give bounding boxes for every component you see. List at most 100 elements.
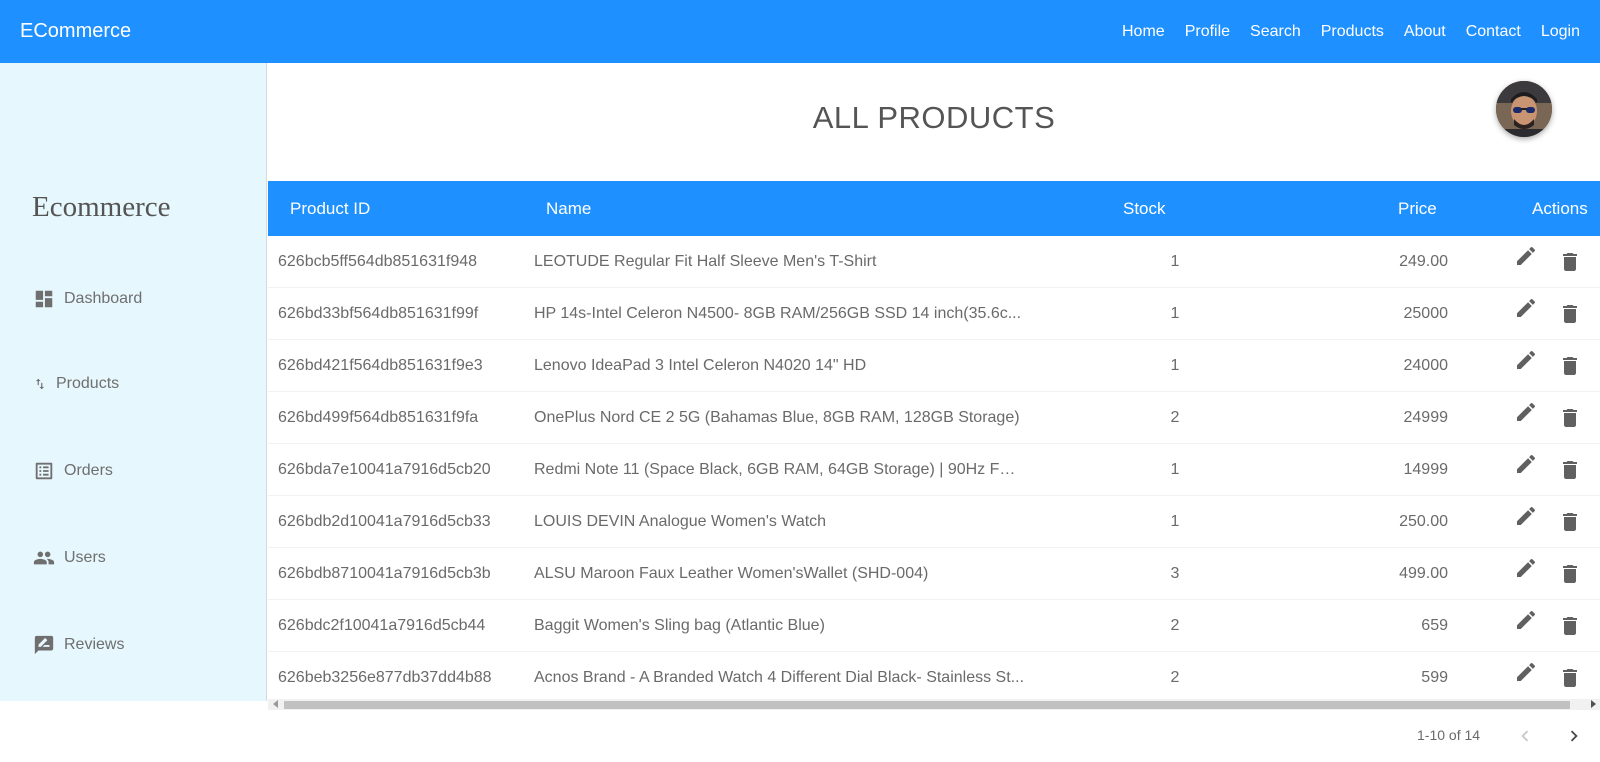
delete-button[interactable] (1558, 496, 1582, 548)
delete-icon (1563, 565, 1577, 583)
cell-price: 250.00 (1399, 513, 1448, 530)
delete-icon (1563, 253, 1577, 271)
sidebar-item-users[interactable]: Users (33, 547, 106, 569)
cell-product-name: Redmi Note 11 (Space Black, 6GB RAM, 64G… (534, 461, 1024, 478)
cell-price: 249.00 (1399, 253, 1448, 270)
top-nav-links: Home Profile Search Products About Conta… (1122, 23, 1580, 41)
edit-button[interactable] (1514, 542, 1538, 594)
delete-button[interactable] (1558, 444, 1582, 496)
user-avatar[interactable] (1496, 81, 1552, 137)
edit-button[interactable] (1514, 594, 1538, 646)
cell-product-id: 626bdb2d10041a7916d5cb33 (278, 513, 491, 530)
sidebar-item-dashboard[interactable]: Dashboard (33, 288, 142, 310)
delete-button[interactable] (1558, 340, 1582, 392)
cell-price: 14999 (1403, 461, 1449, 478)
table-row[interactable]: 626beb3256e877db37dd4b88 Acnos Brand - A … (268, 652, 1600, 701)
rate-review-icon (34, 635, 54, 655)
next-page-button[interactable] (1562, 724, 1586, 748)
delete-button[interactable] (1558, 288, 1582, 340)
edit-icon (1517, 454, 1536, 473)
delete-icon (1563, 409, 1577, 427)
cell-product-name: Baggit Women's Sling bag (Atlantic Blue) (534, 617, 825, 634)
people-icon (33, 551, 55, 565)
table-row[interactable]: 626bcb5ff564db851631f948 LEOTUDE Regular … (268, 236, 1600, 288)
edit-button[interactable] (1514, 334, 1538, 386)
edit-icon (1517, 350, 1536, 369)
chevron-right-icon (1570, 730, 1578, 742)
sidebar-item-orders[interactable]: Orders (33, 460, 113, 482)
sidebar-logo[interactable]: Ecommerce (32, 191, 170, 224)
cell-product-id: 626bda7e10041a7916d5cb20 (278, 461, 491, 478)
delete-button[interactable] (1558, 600, 1582, 652)
table-row[interactable]: 626bd33bf564db851631f99f HP 14s-Intel Cel… (268, 288, 1600, 340)
horizontal-scrollbar[interactable] (268, 699, 1600, 710)
table-row[interactable]: 626bd499f564db851631f9fa OnePlus Nord CE … (268, 392, 1600, 444)
table-row[interactable]: 626bdc2f10041a7916d5cb44 Baggit Women's S… (268, 600, 1600, 652)
sidebar-item-products[interactable]: Products (33, 375, 119, 393)
edit-button[interactable] (1514, 490, 1538, 542)
pagination-range: 1-10 of 14 (1417, 727, 1481, 743)
cell-product-id: 626bcb5ff564db851631f948 (278, 253, 478, 270)
cell-price: 24999 (1403, 409, 1449, 426)
sidebar-item-label: Reviews (64, 636, 125, 653)
nav-home-link[interactable]: Home (1122, 23, 1165, 41)
column-header-name[interactable]: Name (546, 181, 591, 236)
cell-product-id: 626bd421f564db851631f9e3 (278, 357, 483, 374)
cell-stock: 2 (1170, 669, 1180, 686)
dashboard-icon (35, 290, 53, 308)
sidebar-item-label: Orders (64, 462, 113, 479)
cell-product-name: LOUIS DEVIN Analogue Women's Watch (534, 513, 827, 530)
table-header: Product ID Name Stock Price Actions (268, 181, 1600, 236)
column-header-actions[interactable]: Actions (1532, 181, 1588, 236)
cell-stock: 2 (1170, 409, 1180, 426)
avatar-photo (1496, 81, 1552, 137)
edit-icon (1517, 610, 1536, 629)
table-row[interactable]: 626bda7e10041a7916d5cb20 Redmi Note 11 (S… (268, 444, 1600, 496)
sidebar-item-reviews[interactable]: Reviews (33, 634, 124, 656)
nav-login-link[interactable]: Login (1541, 23, 1580, 41)
nav-products-link[interactable]: Products (1321, 23, 1384, 41)
delete-button[interactable] (1558, 652, 1582, 701)
cell-stock: 1 (1170, 253, 1180, 270)
edit-button[interactable] (1514, 236, 1538, 282)
delete-button[interactable] (1558, 548, 1582, 600)
column-header-price[interactable]: Price (1398, 181, 1437, 236)
edit-icon (1517, 558, 1536, 577)
cell-price: 599 (1421, 669, 1448, 686)
delete-button[interactable] (1558, 392, 1582, 444)
previous-page-button[interactable] (1513, 724, 1537, 748)
cell-stock: 1 (1170, 305, 1180, 322)
nav-search-link[interactable]: Search (1250, 23, 1301, 41)
column-header-stock[interactable]: Stock (1123, 181, 1166, 236)
nav-contact-link[interactable]: Contact (1466, 23, 1521, 41)
edit-button[interactable] (1514, 646, 1538, 698)
scroll-right-arrow-icon[interactable] (1591, 700, 1596, 708)
nav-profile-link[interactable]: Profile (1185, 23, 1230, 41)
cell-product-name: OnePlus Nord CE 2 5G (Bahamas Blue, 8GB … (534, 409, 1020, 426)
cell-price: 24000 (1403, 357, 1449, 374)
column-header-product-id[interactable]: Product ID (290, 181, 370, 236)
cell-price: 499.00 (1399, 565, 1448, 582)
scroll-left-arrow-icon[interactable] (273, 700, 278, 708)
edit-button[interactable] (1514, 438, 1538, 490)
cell-product-id: 626bdc2f10041a7916d5cb44 (278, 617, 486, 634)
edit-icon (1517, 662, 1536, 681)
scrollbar-thumb[interactable] (284, 701, 1570, 709)
table-body: 626bcb5ff564db851631f948 LEOTUDE Regular … (268, 236, 1600, 701)
delete-icon (1563, 513, 1577, 531)
cell-stock: 2 (1170, 617, 1180, 634)
delete-icon (1563, 669, 1577, 687)
cell-product-name: ALSU Maroon Faux Leather Women'sWallet (… (534, 565, 929, 582)
table-row[interactable]: 626bdb8710041a7916d5cb3b ALSU Maroon Faux… (268, 548, 1600, 600)
edit-button[interactable] (1514, 386, 1538, 438)
table-row[interactable]: 626bd421f564db851631f9e3 Lenovo IdeaPad 3… (268, 340, 1600, 392)
edit-icon (1517, 298, 1536, 317)
brand-logo[interactable]: ECommerce (20, 20, 131, 43)
nav-about-link[interactable]: About (1404, 23, 1446, 41)
cell-stock: 3 (1170, 565, 1180, 582)
table-row[interactable]: 626bdb2d10041a7916d5cb33 LOUIS DEVIN Anal… (268, 496, 1600, 548)
edit-icon (1517, 506, 1536, 525)
edit-button[interactable] (1514, 282, 1538, 334)
delete-button[interactable] (1558, 236, 1582, 288)
delete-icon (1563, 305, 1577, 323)
